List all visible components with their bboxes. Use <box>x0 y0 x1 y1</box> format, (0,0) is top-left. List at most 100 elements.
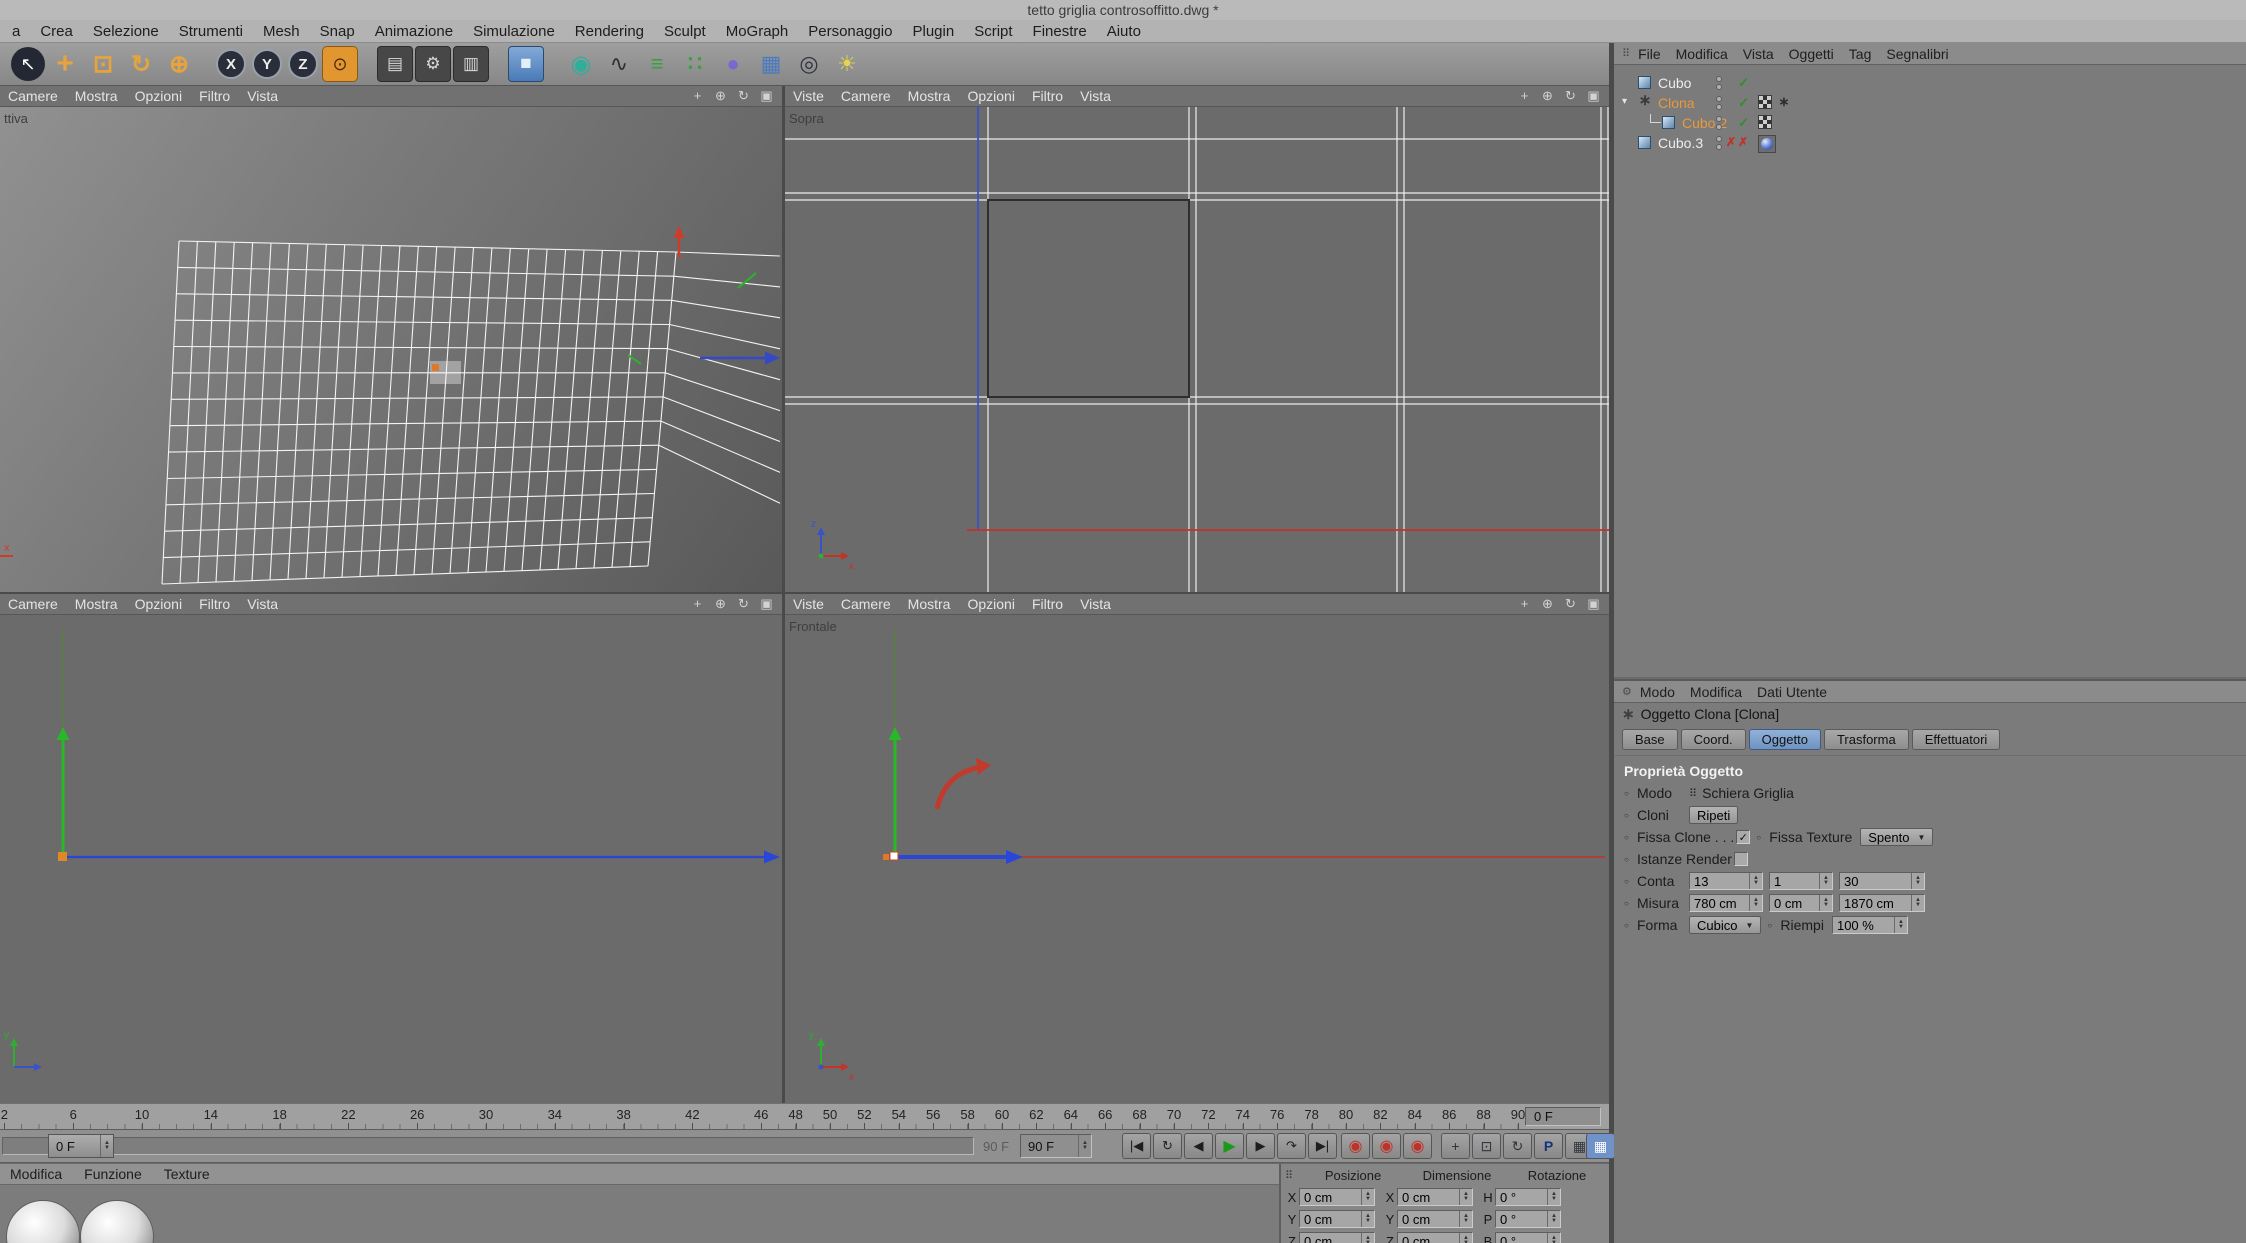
material-thumbnail[interactable] <box>6 1200 80 1243</box>
render-queue-button[interactable]: ▥ <box>453 46 489 82</box>
viewport-side-canvas[interactable]: y <box>0 615 782 1103</box>
viewport-splitter-horizontal[interactable] <box>0 592 1609 594</box>
fissa-texture-dropdown[interactable]: Spento▼ <box>1860 828 1933 846</box>
menu-mograph[interactable]: MoGraph <box>716 23 799 40</box>
enabled-check-icon[interactable]: ✓ <box>1738 95 1749 111</box>
disabled-cross-icon[interactable]: ✗✗ <box>1726 135 1750 149</box>
anim-dot-icon[interactable]: ○ <box>1624 877 1637 886</box>
cloni-dropdown[interactable]: Ripeti <box>1689 806 1738 824</box>
grid-array-button[interactable]: ▦ <box>753 46 789 82</box>
z-axis-arrow[interactable] <box>765 352 780 365</box>
perspective-menu-filtro[interactable]: Filtro <box>199 88 230 104</box>
camera-button[interactable]: ◎ <box>791 46 827 82</box>
rotation-band[interactable] <box>937 767 981 809</box>
viewport-perspective[interactable]: CamereMostraOpzioniFiltroVista+⊕↻▣ x tti… <box>0 86 782 592</box>
om-menu-segnalibri[interactable]: Segnalibri <box>1886 46 1948 62</box>
record-rotation-button[interactable]: ↻ <box>1503 1133 1532 1159</box>
origin-handle[interactable] <box>890 852 898 860</box>
next-frame-button[interactable]: ▶ <box>1246 1133 1275 1159</box>
x-axis-lock[interactable]: X <box>216 49 246 79</box>
viewport-pan-icon[interactable]: + <box>1517 88 1532 104</box>
y-axis-arrow[interactable] <box>889 727 902 740</box>
z-axis-arrow[interactable] <box>764 851 780 864</box>
anim-dot-icon[interactable]: ○ <box>1624 921 1637 930</box>
side-menu-camere[interactable]: Camere <box>8 596 58 612</box>
menu-personaggio[interactable]: Personaggio <box>798 23 902 40</box>
origin-handle[interactable] <box>58 852 67 861</box>
size-z-field[interactable]: 0 cm▲▼ <box>1397 1232 1473 1243</box>
record-keyframe-button[interactable]: ◉ <box>1341 1133 1370 1159</box>
conta-y-field[interactable]: 1▲▼ <box>1769 872 1833 890</box>
cycle-button[interactable]: ↻ <box>1153 1133 1182 1159</box>
y-axis-lock[interactable]: Y <box>252 49 282 79</box>
menu-aiuto[interactable]: Aiuto <box>1097 23 1151 40</box>
material-menu-funzione[interactable]: Funzione <box>84 1166 142 1182</box>
am-menu-modifica[interactable]: Modifica <box>1690 684 1742 700</box>
menu-script[interactable]: Script <box>964 23 1022 40</box>
render-settings-button[interactable]: ⚙ <box>415 46 451 82</box>
size-x-field[interactable]: 0 cm▲▼ <box>1397 1188 1473 1206</box>
menu-strumenti[interactable]: Strumenti <box>169 23 253 40</box>
viewport-splitter-vertical[interactable] <box>782 86 785 1103</box>
tab-trasforma[interactable]: Trasforma <box>1824 729 1909 750</box>
goto-start-button[interactable]: |◀ <box>1122 1133 1151 1159</box>
perspective-menu-vista[interactable]: Vista <box>247 88 278 104</box>
menu-simulazione[interactable]: Simulazione <box>463 23 565 40</box>
anim-dot-icon[interactable]: ○ <box>1767 921 1780 930</box>
top-menu-opzioni[interactable]: Opzioni <box>967 88 1014 104</box>
front-menu-opzioni[interactable]: Opzioni <box>967 596 1014 612</box>
viewport-rotate-icon[interactable]: ↻ <box>1563 88 1578 104</box>
viewport-rotate-icon[interactable]: ↻ <box>736 596 751 612</box>
window-titlebar[interactable]: tetto griglia controsoffitto.dwg * <box>0 0 2246 20</box>
fissa-clone-checkbox[interactable]: ✓ <box>1736 830 1750 844</box>
anim-dot-icon[interactable]: ○ <box>1624 789 1637 798</box>
menu-crea[interactable]: Crea <box>30 23 83 40</box>
tab-base[interactable]: Base <box>1622 729 1678 750</box>
spline-pen-button[interactable]: ∿ <box>601 46 637 82</box>
om-menu-oggetti[interactable]: Oggetti <box>1789 46 1834 62</box>
menu-animazione[interactable]: Animazione <box>365 23 463 40</box>
om-menu-vista[interactable]: Vista <box>1743 46 1774 62</box>
tab-oggetto[interactable]: Oggetto <box>1749 729 1821 750</box>
tab-effettuatori[interactable]: Effettuatori <box>1912 729 2001 750</box>
om-menu-file[interactable]: File <box>1638 46 1661 62</box>
add-cube-button[interactable]: ■ <box>508 46 544 82</box>
object-name[interactable]: Cubo.3 <box>1658 135 1703 151</box>
y-axis-arrow[interactable] <box>674 226 685 238</box>
material-menu-modifica[interactable]: Modifica <box>10 1166 62 1182</box>
record-parameter-button[interactable]: P <box>1534 1133 1563 1159</box>
array-button[interactable]: ∷ <box>677 46 713 82</box>
visibility-dots[interactable] <box>1716 96 1722 110</box>
top-menu-vista[interactable]: Vista <box>1080 88 1111 104</box>
viewport-side[interactable]: CamereMostraOpzioniFiltroVista+⊕↻▣ y <box>0 594 782 1103</box>
perspective-menu-mostra[interactable]: Mostra <box>75 88 118 104</box>
menu-snap[interactable]: Snap <box>310 23 365 40</box>
front-menu-mostra[interactable]: Mostra <box>908 596 951 612</box>
perspective-menu-camere[interactable]: Camere <box>8 88 58 104</box>
rotation-b-field[interactable]: 0 °▲▼ <box>1495 1232 1561 1243</box>
position-y-field[interactable]: 0 cm▲▼ <box>1299 1210 1375 1228</box>
istanze-render-checkbox[interactable] <box>1734 852 1748 866</box>
misura-z-field[interactable]: 1870 cm▲▼ <box>1839 894 1925 912</box>
viewport-pan-icon[interactable]: + <box>690 88 705 104</box>
side-menu-mostra[interactable]: Mostra <box>75 596 118 612</box>
viewport-perspective-canvas[interactable]: x ttiva <box>0 107 782 592</box>
visibility-dots[interactable] <box>1716 76 1722 90</box>
pla-grid-button[interactable]: ▦ <box>1586 1133 1615 1159</box>
enabled-check-icon[interactable]: ✓ <box>1738 75 1749 91</box>
last-tool[interactable]: ⊕ <box>161 46 197 82</box>
scale-tool[interactable]: ⊡ <box>85 46 121 82</box>
anim-dot-icon[interactable]: ○ <box>1624 899 1637 908</box>
viewport-zoom-icon[interactable]: ⊕ <box>713 88 728 104</box>
viewport-toggle-icon[interactable]: ▣ <box>759 88 774 104</box>
material-menu-texture[interactable]: Texture <box>164 1166 210 1182</box>
conta-x-field[interactable]: 13▲▼ <box>1689 872 1763 890</box>
live-selection-tool[interactable]: ↖ <box>11 47 45 81</box>
record-scale-button[interactable]: ⊡ <box>1472 1133 1501 1159</box>
cloner-button[interactable]: ≡ <box>639 46 675 82</box>
prev-frame-button[interactable]: ◀ <box>1184 1133 1213 1159</box>
timeline-ruler[interactable]: 0 F 261014182226303438424648505254565860… <box>0 1103 1609 1130</box>
menu-mesh[interactable]: Mesh <box>253 23 310 40</box>
forma-dropdown[interactable]: Cubico▼ <box>1689 916 1761 934</box>
object-row-cubo-2[interactable]: Cubo.2✓ <box>1614 113 2246 133</box>
